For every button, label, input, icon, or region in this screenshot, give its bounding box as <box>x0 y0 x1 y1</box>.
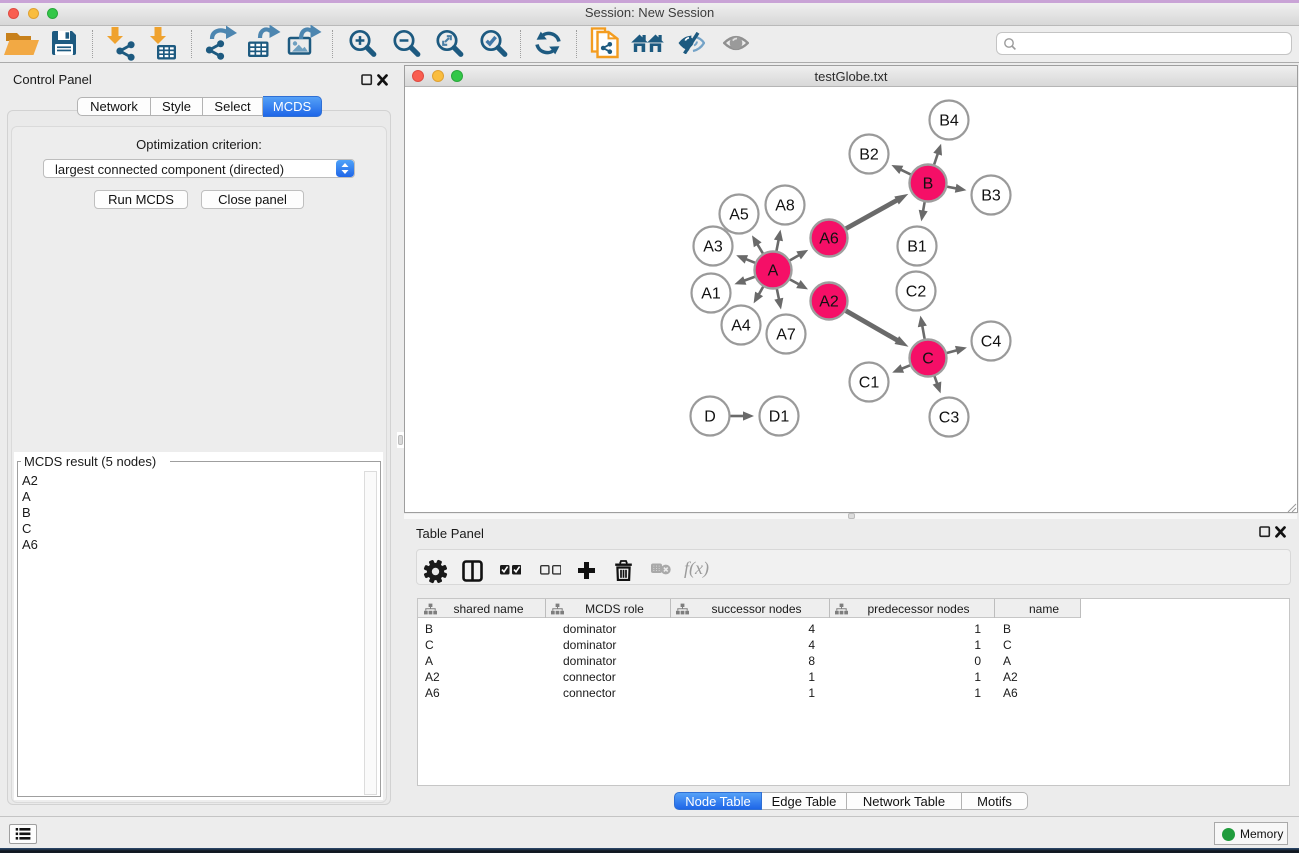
svg-text:D: D <box>704 409 716 426</box>
svg-text:C4: C4 <box>981 334 1002 351</box>
svg-text:B: B <box>923 176 934 193</box>
svg-text:B1: B1 <box>907 239 927 256</box>
svg-text:B2: B2 <box>859 147 879 164</box>
svg-text:B4: B4 <box>939 113 959 130</box>
svg-text:C: C <box>922 351 934 368</box>
svg-text:C1: C1 <box>859 375 880 392</box>
svg-text:C3: C3 <box>939 410 960 427</box>
svg-text:A4: A4 <box>731 318 751 335</box>
svg-text:A3: A3 <box>703 239 723 256</box>
svg-text:D1: D1 <box>769 409 790 426</box>
svg-text:A7: A7 <box>776 327 796 344</box>
svg-text:A1: A1 <box>701 286 721 303</box>
svg-text:A6: A6 <box>819 231 839 248</box>
svg-text:A8: A8 <box>775 198 795 215</box>
svg-text:B3: B3 <box>981 188 1001 205</box>
svg-text:A2: A2 <box>819 294 839 311</box>
svg-text:A5: A5 <box>729 207 749 224</box>
svg-text:C2: C2 <box>906 284 927 301</box>
svg-text:A: A <box>768 263 779 280</box>
